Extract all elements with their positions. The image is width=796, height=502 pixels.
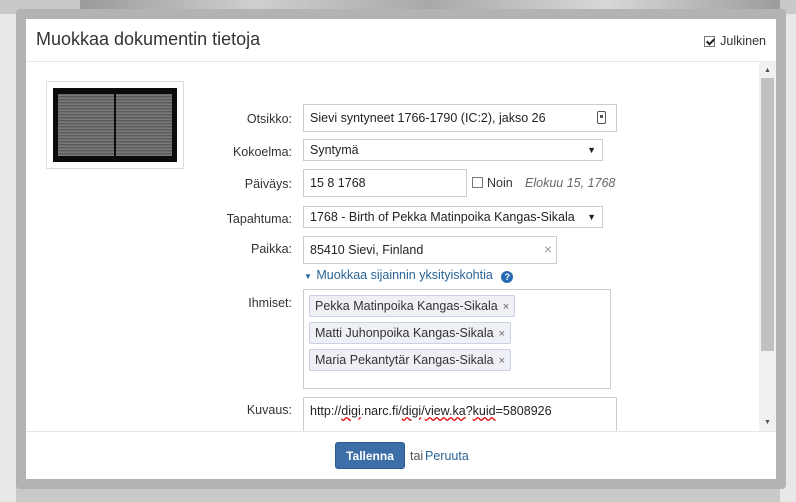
approx-label: Noin (487, 176, 513, 190)
help-icon[interactable]: ? (501, 271, 514, 283)
clear-place-icon[interactable]: × (544, 241, 552, 257)
date-input[interactable]: 15 8 1768 (303, 169, 467, 197)
public-label: Julkinen (720, 34, 766, 48)
place-label: Paikka: (251, 242, 292, 256)
remove-tag-icon[interactable]: × (499, 355, 505, 367)
description-value: http://digi.narc.fi/digi/view.ka?kuid=58… (310, 404, 552, 418)
place-details-link[interactable]: ▼ Muokkaa sijainnin yksityiskohtia ? (304, 266, 514, 284)
remove-tag-icon[interactable]: × (503, 301, 509, 313)
background-left (0, 14, 16, 502)
place-value: 85410 Sievi, Finland (310, 243, 424, 257)
approx-checkbox[interactable] (472, 177, 483, 188)
scroll-down-icon[interactable]: ▼ (759, 414, 776, 431)
scroll-up-icon[interactable]: ▲ (759, 62, 776, 79)
people-tag-label: Pekka Matinpoika Kangas-Sikala (315, 299, 498, 313)
people-tag: Maria Pekantytär Kangas-Sikala × (309, 349, 605, 376)
document-thumbnail[interactable] (46, 81, 184, 169)
bookmark-icon[interactable] (597, 111, 606, 124)
document-image (53, 88, 177, 162)
or-text: tai (410, 449, 424, 463)
description-textarea[interactable]: http://digi.narc.fi/digi/view.ka?kuid=58… (303, 397, 617, 431)
place-input[interactable]: 85410 Sievi, Finland × (303, 236, 557, 264)
scrollbar-thumb[interactable] (761, 78, 774, 351)
date-label: Päiväys: (244, 177, 292, 191)
people-field[interactable]: Pekka Matinpoika Kangas-Sikala × Matti Ju… (303, 289, 611, 389)
date-value: 15 8 1768 (310, 176, 366, 190)
people-tag-label: Maria Pekantytär Kangas-Sikala (315, 353, 494, 367)
dialog-header: Muokkaa dokumentin tietoja Julkinen (26, 19, 776, 62)
public-toggle[interactable]: Julkinen (704, 34, 766, 48)
dialog-footer: Tallenna tai Peruuta (26, 431, 776, 479)
people-tag: Matti Juhonpoika Kangas-Sikala × (309, 322, 605, 349)
cancel-link[interactable]: Peruuta (425, 449, 469, 463)
people-tag: Pekka Matinpoika Kangas-Sikala × (309, 295, 605, 322)
collection-label: Kokoelma: (232, 145, 292, 159)
title-value: Sievi syntyneet 1766-1790 (IC:2), jakso … (310, 111, 546, 125)
title-label: Otsikko: (246, 112, 292, 126)
document-page-right (116, 94, 172, 156)
date-hint: Elokuu 15, 1768 (525, 176, 616, 190)
people-label: Ihmiset: (248, 296, 292, 310)
save-button[interactable]: Tallenna (335, 442, 405, 469)
event-label: Tapahtuma: (226, 212, 292, 226)
caret-down-icon: ▼ (587, 212, 596, 222)
collection-select[interactable]: Syntymä ▼ (303, 139, 603, 161)
caret-down-icon: ▼ (587, 145, 596, 155)
dialog-title: Muokkaa dokumentin tietoja (36, 29, 261, 49)
event-select[interactable]: 1768 - Birth of Pekka Matinpoika Kangas-… (303, 206, 603, 228)
collection-value: Syntymä (310, 143, 359, 157)
place-details-text: Muokkaa sijainnin yksityiskohtia (316, 268, 493, 282)
dialog-scrollbar[interactable]: ▲ ▼ (759, 62, 776, 431)
edit-document-dialog: Muokkaa dokumentin tietoja Julkinen Otsi… (26, 19, 776, 479)
public-checkbox[interactable] (704, 35, 716, 47)
title-input[interactable]: Sievi syntyneet 1766-1790 (IC:2), jakso … (303, 104, 617, 132)
event-value: 1768 - Birth of Pekka Matinpoika Kangas-… (310, 210, 575, 224)
remove-tag-icon[interactable]: × (499, 328, 505, 340)
people-tag-label: Matti Juhonpoika Kangas-Sikala (315, 326, 494, 340)
chevron-down-icon: ▼ (304, 272, 312, 281)
dialog-body: Otsikko: Sievi syntyneet 1766-1790 (IC:2… (26, 62, 776, 431)
document-page-left (58, 94, 114, 156)
description-label: Kuvaus: (246, 403, 292, 417)
